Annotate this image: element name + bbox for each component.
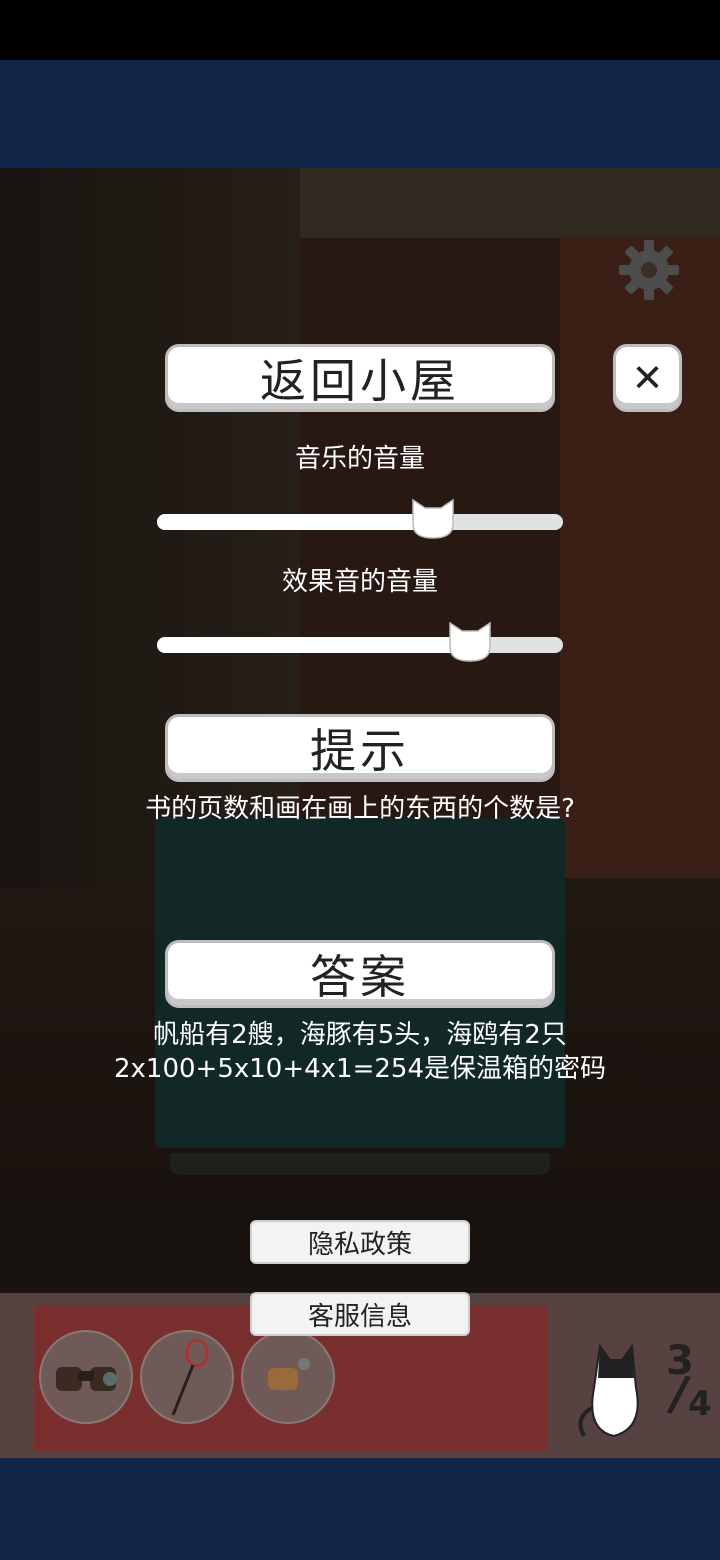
close-button[interactable]: ✕ (613, 344, 682, 412)
music-volume-fill (157, 514, 434, 530)
sfx-volume-slider[interactable] (157, 637, 563, 653)
corkscrew-icon (243, 1332, 333, 1422)
inventory-slot-corkscrew[interactable] (241, 1330, 335, 1424)
binoculars-icon (41, 1332, 131, 1422)
inventory-slot-binoculars[interactable] (39, 1330, 133, 1424)
answer-text-line2: 2x100+5x10+4x1=254是保温箱的密码 (113, 1054, 607, 1084)
cat-head-icon[interactable] (446, 619, 494, 663)
sfx-volume-fill (157, 637, 470, 653)
answer-text-line1: 帆船有2艘，海豚有5头，海鸥有2只 (153, 1020, 567, 1050)
close-icon: ✕ (631, 356, 664, 400)
return-cabin-button[interactable]: 返回小屋 (165, 344, 555, 412)
cat-head-icon[interactable] (409, 496, 457, 540)
fishing-rod-icon (142, 1332, 232, 1422)
status-bar (0, 0, 720, 60)
hint-button[interactable]: 提示 (165, 714, 555, 782)
sfx-volume-label: 效果音的音量 (281, 567, 438, 597)
page-total: 4 (688, 1384, 712, 1424)
gear-icon[interactable] (617, 238, 681, 302)
cat-icon (574, 1338, 654, 1438)
bottom-band (0, 1458, 720, 1560)
music-volume-slider[interactable] (157, 514, 563, 530)
hint-text: 书的页数和画在画上的东西的个数是? (145, 794, 575, 824)
customer-service-button[interactable]: 客服信息 (250, 1292, 470, 1336)
inventory-slot-fishing-rod[interactable] (140, 1330, 234, 1424)
top-band (0, 60, 720, 168)
music-volume-label: 音乐的音量 (294, 444, 425, 474)
page-counter: 3 / 4 (662, 1338, 718, 1430)
privacy-policy-button[interactable]: 隐私政策 (250, 1220, 470, 1264)
answer-button[interactable]: 答案 (165, 940, 555, 1008)
